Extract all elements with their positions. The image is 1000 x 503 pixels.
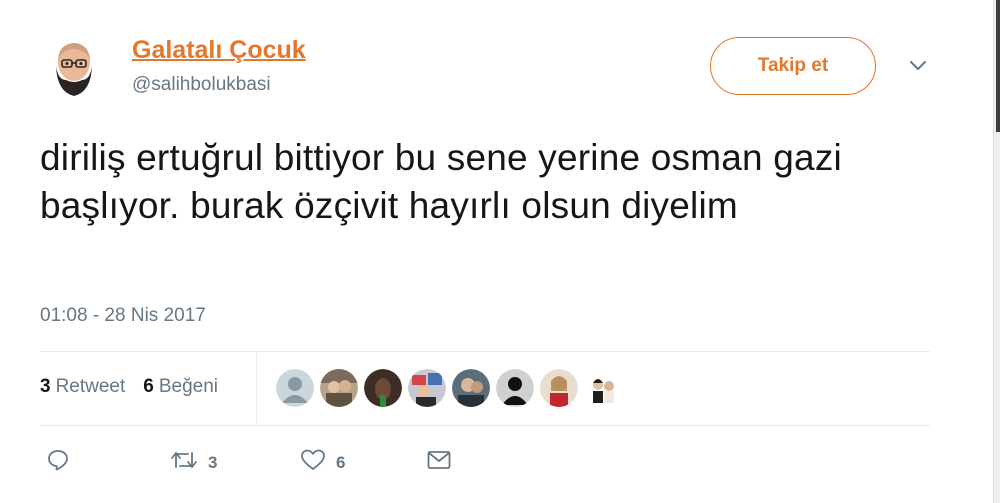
liker-avatar[interactable] xyxy=(584,369,622,407)
like-count: 6 xyxy=(336,452,346,472)
tweet-page: Galatalı Çocuk @salihbolukbasi Takip et … xyxy=(0,0,1000,503)
message-icon xyxy=(426,448,452,477)
retweet-stat-label: Retweet xyxy=(55,376,126,397)
liker-avatar[interactable] xyxy=(540,369,578,407)
divider xyxy=(40,351,930,352)
divider xyxy=(40,425,930,426)
retweet-icon xyxy=(170,448,198,477)
retweet-stat-count: 3 xyxy=(40,376,51,397)
retweet-count: 3 xyxy=(208,452,218,472)
stats-divider xyxy=(256,352,257,424)
author-display-name[interactable]: Galatalı Çocuk xyxy=(132,36,306,65)
like-stat-count: 6 xyxy=(143,376,154,397)
liker-avatar[interactable] xyxy=(276,369,314,407)
liker-avatar[interactable] xyxy=(408,369,446,407)
like-stat-label: Beğeni xyxy=(158,376,219,397)
liker-avatar[interactable] xyxy=(452,369,490,407)
tweet-text: diriliş ertuğrul bittiyor bu sene yerine… xyxy=(40,137,842,226)
reply-icon xyxy=(46,448,70,477)
liker-avatar[interactable] xyxy=(364,369,402,407)
liker-avatars xyxy=(276,369,622,409)
follow-button[interactable]: Takip et xyxy=(710,37,876,95)
caret-down-icon[interactable] xyxy=(906,56,930,76)
tweet-stats: 3 Retweet 6 Beğeni xyxy=(40,376,218,398)
retweet-button[interactable]: 3 xyxy=(170,448,217,477)
liker-avatar[interactable] xyxy=(320,369,358,407)
author-handle[interactable]: @salihbolukbasi xyxy=(132,74,271,96)
like-stat[interactable]: 6 Beğeni xyxy=(143,376,218,398)
avatar[interactable] xyxy=(42,36,106,100)
reply-button[interactable] xyxy=(46,448,70,477)
tweet-timestamp[interactable]: 01:08 - 28 Nis 2017 xyxy=(40,305,206,327)
heart-icon xyxy=(300,448,326,477)
liker-avatar[interactable] xyxy=(496,369,534,407)
direct-message-button[interactable] xyxy=(426,448,452,477)
like-button[interactable]: 6 xyxy=(300,448,345,477)
scrollbar-thumb[interactable] xyxy=(996,0,1000,132)
retweet-stat[interactable]: 3 Retweet xyxy=(40,376,125,398)
